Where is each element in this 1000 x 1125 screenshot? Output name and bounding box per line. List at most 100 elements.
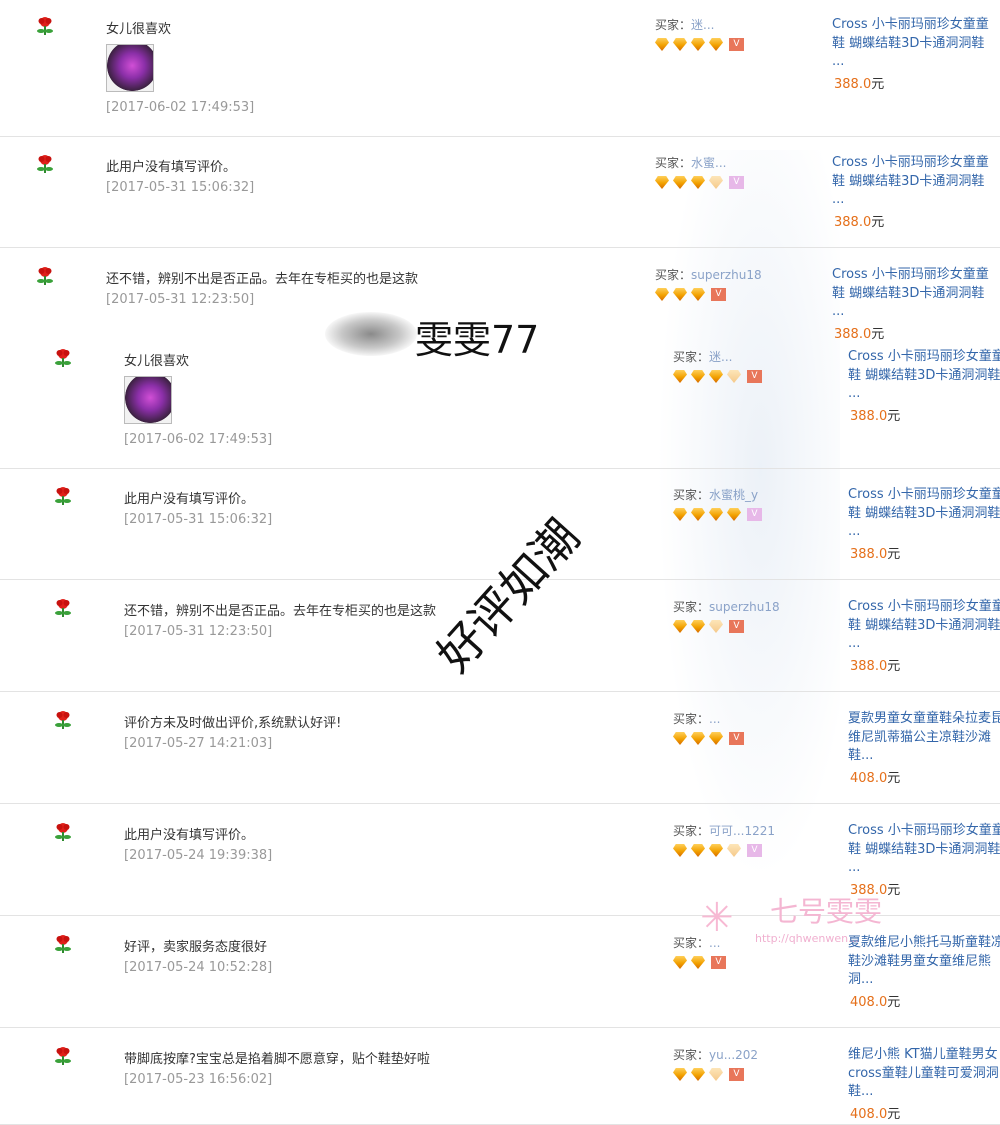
- price-amount: 408.0: [850, 771, 888, 786]
- diamond-rating-icon: [727, 370, 741, 383]
- vip-badge-icon: V: [729, 38, 744, 51]
- buyer-info: 买家：yu...202: [673, 1046, 758, 1063]
- buyer-label: 买家：: [673, 712, 710, 726]
- review-photo-thumbnail[interactable]: [124, 376, 172, 424]
- review-comment: 还不错，辨别不出是否正品。去年在专柜买的也是这款: [124, 604, 437, 619]
- vip-badge-icon: V: [747, 844, 762, 857]
- diamond-rating-icon: [709, 844, 723, 857]
- buyer-info: 买家：superzhu18: [655, 266, 762, 283]
- review-row: 此用户没有填写评价。 [2017-05-31 15:06:32] 买家：水蜜... V…: [0, 152, 1000, 248]
- buyer-label: 买家：: [673, 600, 710, 614]
- buyer-label: 买家：: [673, 1048, 710, 1062]
- buyer-name[interactable]: superzhu18: [691, 268, 762, 282]
- buyer-rating: V: [673, 508, 762, 524]
- price-unit: 元: [887, 1107, 901, 1122]
- product-price: 388.0元: [834, 73, 884, 92]
- red-flower-icon: [54, 1046, 72, 1066]
- red-flower-icon: [36, 16, 54, 36]
- product-price: 388.0元: [850, 655, 900, 674]
- diamond-rating-icon: [673, 370, 687, 383]
- review-comment: 评价方未及时做出评价,系统默认好评!: [124, 716, 342, 731]
- product-link[interactable]: Cross 小卡丽玛丽珍女童童鞋 蝴蝶结鞋3D卡通洞洞鞋 ...: [848, 822, 1000, 878]
- review-photo-thumbnail[interactable]: [106, 44, 154, 92]
- diamond-rating-icon: [655, 38, 669, 51]
- diamond-rating-icon: [727, 844, 741, 857]
- buyer-rating: V: [673, 844, 762, 860]
- product-link[interactable]: Cross 小卡丽玛丽珍女童童鞋 蝴蝶结鞋3D卡通洞洞鞋 ...: [848, 486, 1000, 542]
- diamond-rating-icon: [691, 288, 705, 301]
- red-flower-icon: [36, 266, 54, 286]
- diamond-rating-icon: [673, 620, 687, 633]
- price-unit: 元: [887, 409, 901, 424]
- diamond-rating-icon: [709, 38, 723, 51]
- review-date: [2017-05-31 15:06:32]: [124, 512, 273, 527]
- watermark-brand-text: 七号雯雯: [770, 895, 883, 928]
- product-link[interactable]: Cross 小卡丽玛丽珍女童童鞋 蝴蝶结鞋3D卡通洞洞鞋 ...: [848, 598, 1000, 654]
- product-link[interactable]: Cross 小卡丽玛丽珍女童童鞋 蝴蝶结鞋3D卡通洞洞鞋 ...: [832, 16, 992, 72]
- buyer-info: 买家：可可...1221: [673, 822, 775, 839]
- review-comment: 还不错，辨别不出是否正品。去年在专柜买的也是这款: [106, 272, 419, 287]
- diamond-rating-icon: [709, 176, 723, 189]
- review-date: [2017-05-31 12:23:50]: [124, 624, 273, 639]
- review-comment: 带脚底按摩?宝宝总是掐着脚不愿意穿，贴个鞋垫好啦: [124, 1052, 430, 1067]
- buyer-name[interactable]: yu...202: [709, 1048, 758, 1062]
- red-flower-icon: [54, 486, 72, 506]
- buyer-label: 买家：: [655, 268, 692, 282]
- red-flower-icon: [54, 598, 72, 618]
- product-link[interactable]: 夏款男童女童童鞋朵拉麦昆维尼凯蒂猫公主凉鞋沙滩鞋...: [848, 710, 1000, 766]
- diamond-rating-icon: [691, 1068, 705, 1081]
- diamond-rating-icon: [691, 508, 705, 521]
- diamond-rating-icon: [709, 732, 723, 745]
- product-price: 408.0元: [850, 1103, 900, 1122]
- diamond-rating-icon: [709, 370, 723, 383]
- review-date: [2017-05-23 16:56:02]: [124, 1072, 273, 1087]
- buyer-rating: V: [655, 38, 744, 54]
- buyer-rating: V: [673, 370, 762, 386]
- review-date: [2017-05-27 14:21:03]: [124, 736, 273, 751]
- price-unit: 元: [871, 215, 885, 230]
- product-link[interactable]: Cross 小卡丽玛丽珍女童童鞋 蝴蝶结鞋3D卡通洞洞鞋 ...: [848, 348, 1000, 404]
- buyer-name[interactable]: superzhu18: [709, 600, 780, 614]
- diamond-rating-icon: [691, 370, 705, 383]
- product-link[interactable]: Cross 小卡丽玛丽珍女童童鞋 蝴蝶结鞋3D卡通洞洞鞋 ...: [832, 154, 992, 210]
- buyer-name[interactable]: 迷...: [709, 350, 732, 364]
- review-date: [2017-05-31 15:06:32]: [106, 180, 255, 195]
- red-flower-icon: [36, 154, 54, 174]
- flower-watermark-icon: ✳: [700, 895, 734, 941]
- product-link[interactable]: Cross 小卡丽玛丽珍女童童鞋 蝴蝶结鞋3D卡通洞洞鞋 ...: [832, 266, 992, 322]
- buyer-label: 买家：: [673, 488, 710, 502]
- vip-badge-icon: V: [747, 508, 762, 521]
- price-amount: 408.0: [850, 995, 888, 1010]
- buyer-name[interactable]: 水蜜桃_y: [709, 488, 758, 502]
- buyer-name[interactable]: 迷...: [691, 18, 714, 32]
- product-price: 388.0元: [850, 405, 900, 424]
- red-flower-icon: [54, 822, 72, 842]
- review-date: [2017-05-24 19:39:38]: [124, 848, 273, 863]
- diamond-rating-icon: [691, 176, 705, 189]
- price-amount: 388.0: [834, 77, 872, 92]
- watermark-username: 雯雯77: [415, 318, 540, 362]
- diamond-rating-icon: [655, 288, 669, 301]
- diamond-rating-icon: [673, 732, 687, 745]
- buyer-name[interactable]: 可可...1221: [709, 824, 775, 838]
- review-date: [2017-06-02 17:49:53]: [106, 100, 255, 115]
- buyer-name[interactable]: 水蜜...: [691, 156, 726, 170]
- review-row: 带脚底按摩?宝宝总是掐着脚不愿意穿，贴个鞋垫好啦 [2017-05-23 16:5…: [0, 1044, 1000, 1125]
- buyer-label: 买家：: [673, 824, 710, 838]
- diamond-rating-icon: [655, 176, 669, 189]
- diamond-rating-icon: [673, 38, 687, 51]
- price-amount: 388.0: [834, 327, 872, 342]
- buyer-rating: V: [673, 732, 744, 748]
- product-link[interactable]: 维尼小熊 KT猫儿童鞋男女cross童鞋儿童鞋可爱洞洞鞋...: [848, 1046, 1000, 1102]
- buyer-info: 买家：...: [673, 710, 720, 727]
- price-amount: 408.0: [850, 1107, 888, 1122]
- diamond-rating-icon: [673, 288, 687, 301]
- buyer-info: 买家：水蜜...: [655, 154, 726, 171]
- buyer-name[interactable]: ...: [709, 712, 720, 726]
- product-price: 388.0元: [834, 323, 884, 342]
- buyer-rating: V: [655, 288, 726, 304]
- review-comment: 好评，卖家服务态度很好: [124, 940, 268, 955]
- diamond-rating-icon: [691, 844, 705, 857]
- diamond-rating-icon: [691, 620, 705, 633]
- buyer-info: 买家：水蜜桃_y: [673, 486, 758, 503]
